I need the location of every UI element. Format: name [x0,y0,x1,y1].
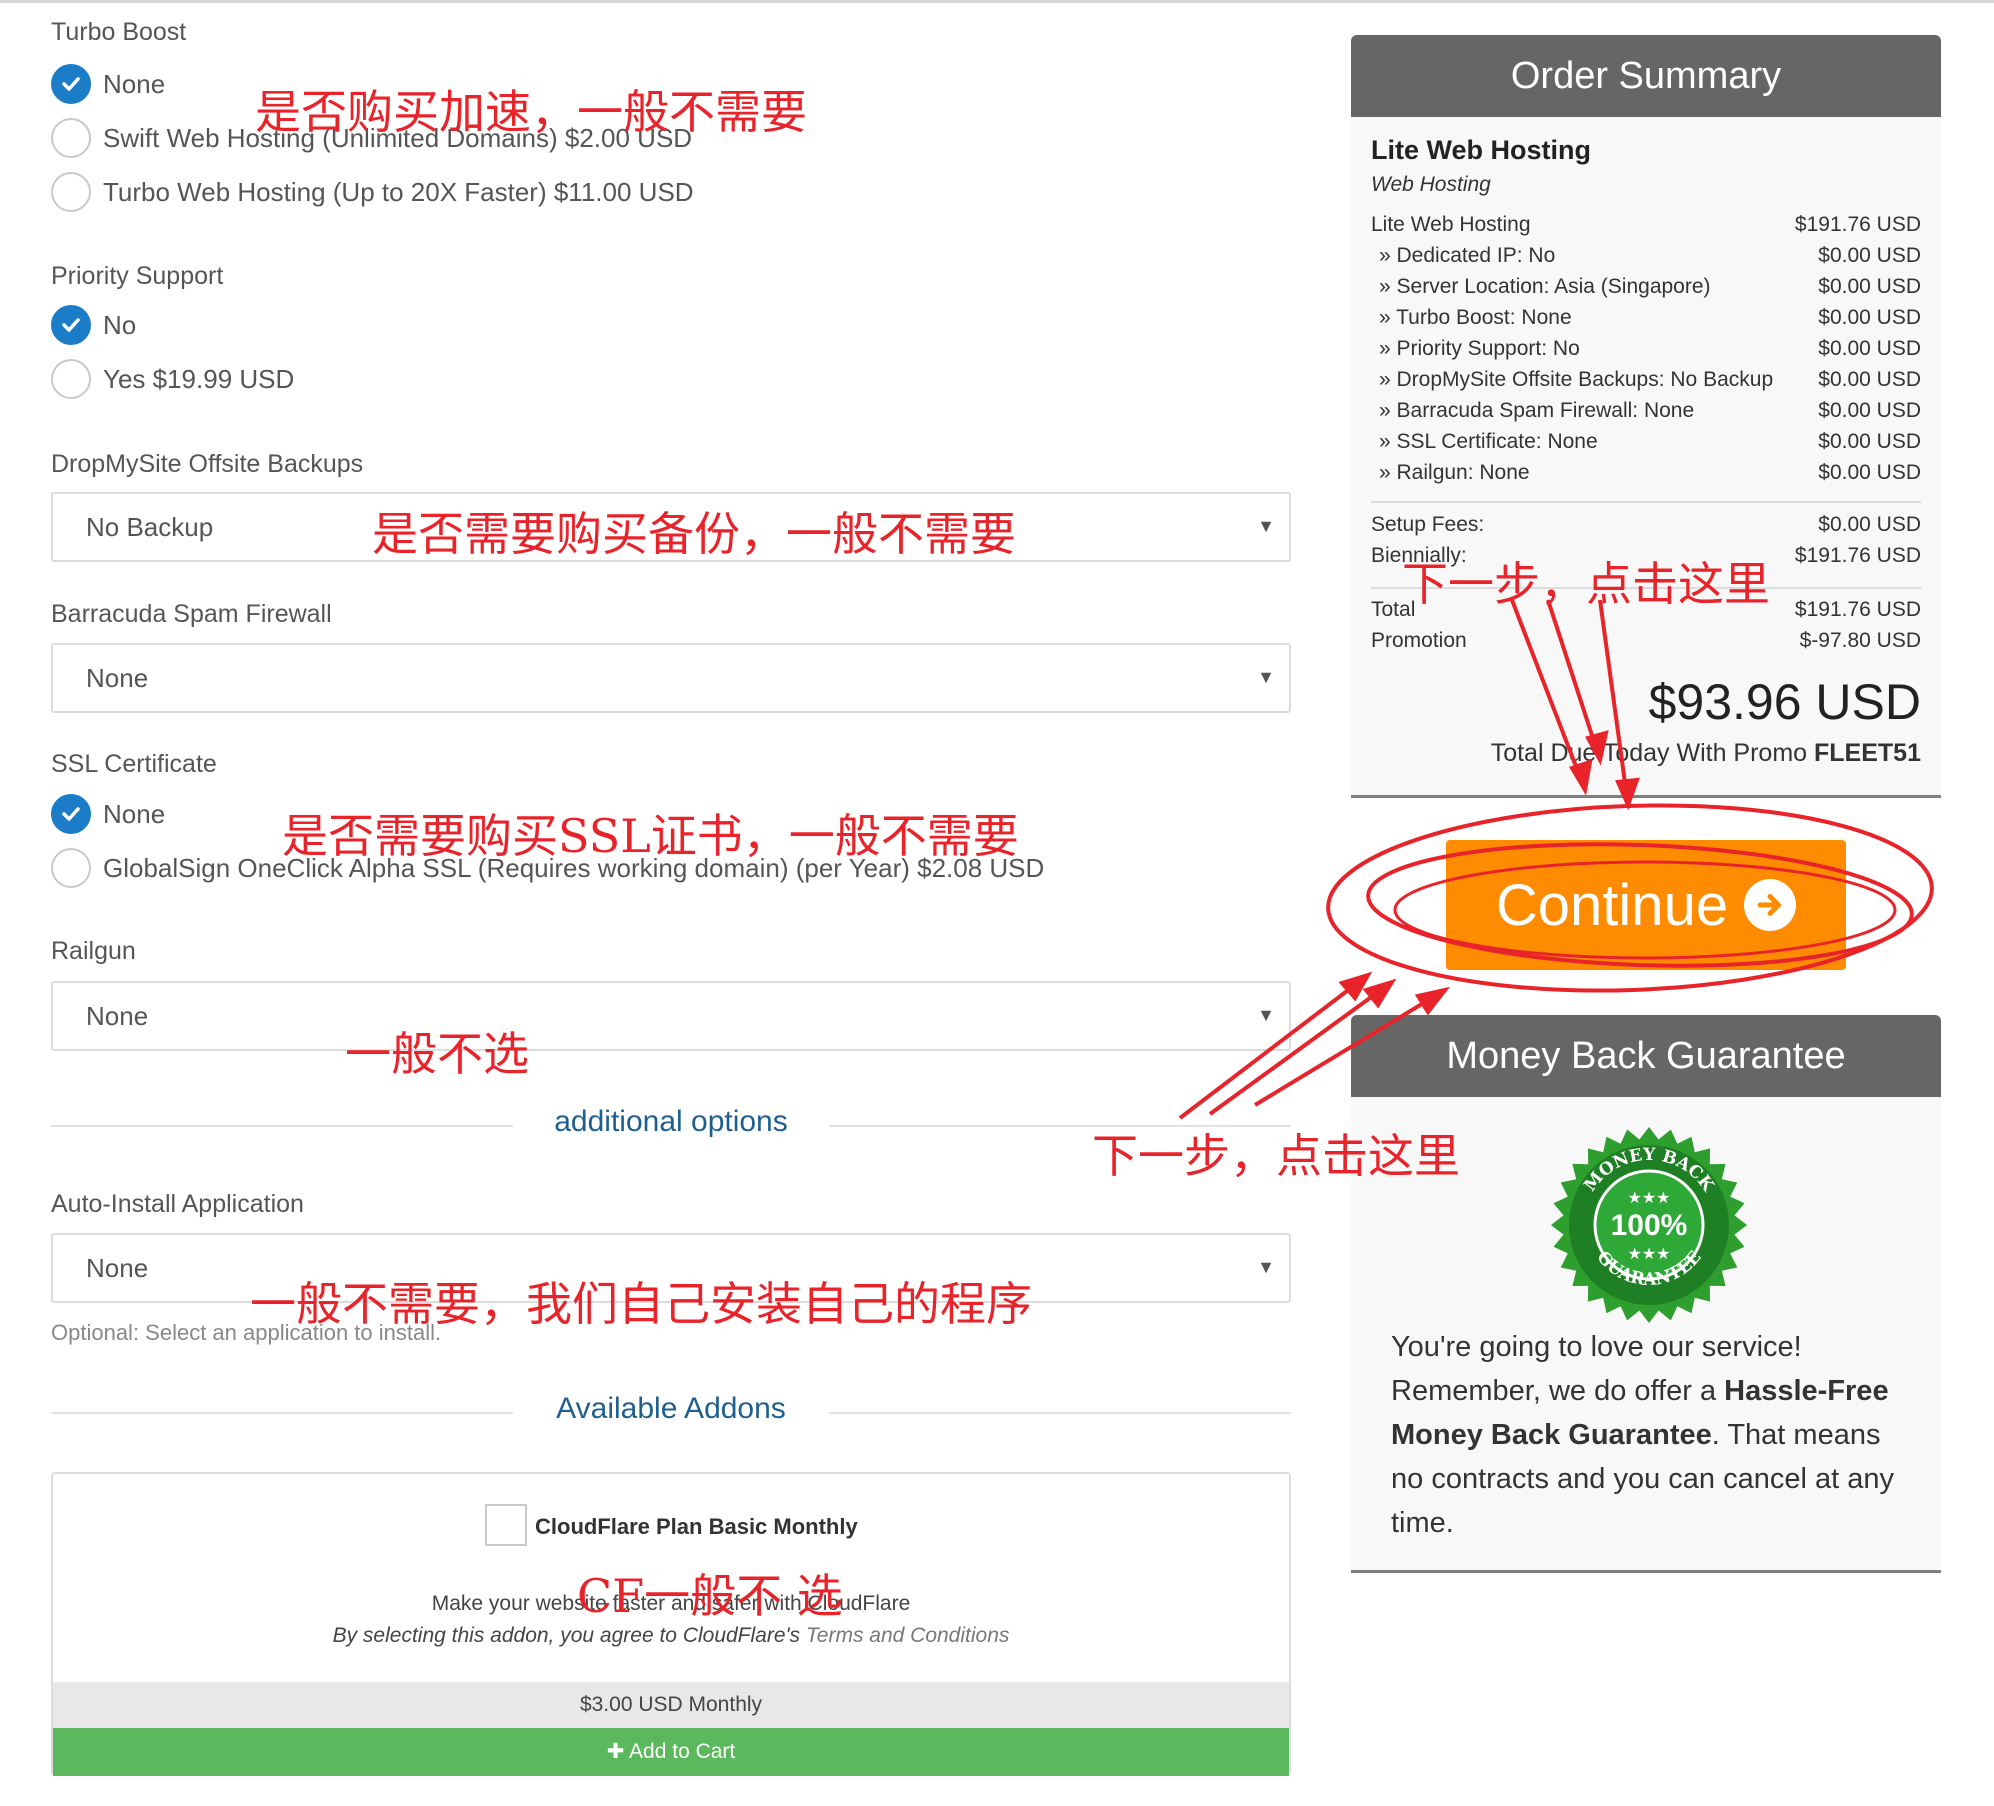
annotation-arrows [1178,599,1640,1120]
annotation-next-top: 下一步，点击这里 [1402,557,1770,611]
annotation-autoinstall: 一般不需要，我们自己安装自己的程序 [250,1277,1032,1331]
annotation-ssl: 是否需要购买SSL证书，一般不需要 [282,809,1019,863]
annotation-backup: 是否需要购买备份，一般不需要 [372,507,1016,561]
annotation-circle [1393,860,1897,960]
annotation-circle [1366,842,1914,968]
annotation-next-bottom: 下一步，点击这里 [1092,1129,1460,1183]
annotation-cf: CF一般不 选 [577,1569,843,1623]
annotation-turbo: 是否购买加速，一般不需要 [255,85,807,139]
annotation-railgun: 一般不选 [345,1027,529,1081]
annotation-overlay [1178,599,1934,1120]
annotation-circle [1326,803,1934,993]
